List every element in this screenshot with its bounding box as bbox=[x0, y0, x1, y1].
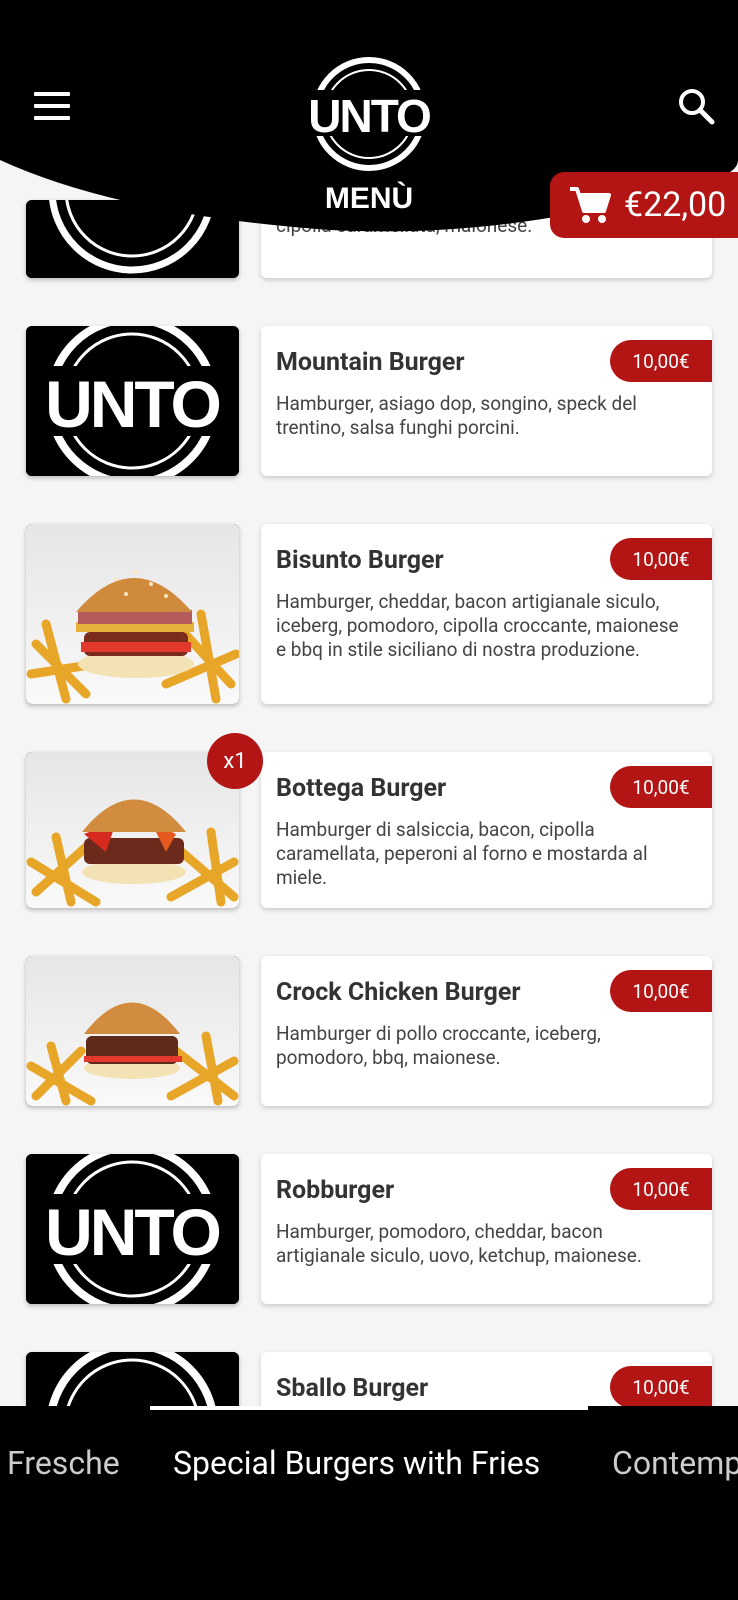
product-card[interactable]: Crock Chicken Burger 10,00€ Hamburger di… bbox=[261, 956, 712, 1106]
svg-text:UNTO: UNTO bbox=[45, 367, 219, 441]
app-header: UNTO MENÙ €22,00 bbox=[0, 0, 738, 240]
product-image[interactable]: UNTO bbox=[26, 1154, 239, 1304]
svg-text:UNTO: UNTO bbox=[45, 1195, 219, 1269]
product-card[interactable]: Bisunto Burger 10,00€ Hamburger, cheddar… bbox=[261, 524, 712, 704]
category-tab-bar: Fresche Special Burgers with Fries Conte… bbox=[0, 1406, 738, 1600]
price-badge: 10,00€ bbox=[610, 766, 712, 808]
product-name: Sballo Burger bbox=[276, 1374, 429, 1403]
product-card[interactable]: Robburger 10,00€ Hamburger, pomodoro, ch… bbox=[261, 1154, 712, 1304]
hamburger-menu-icon[interactable] bbox=[34, 92, 70, 120]
product-description: Hamburger di pollo croccante, iceberg, p… bbox=[276, 1022, 601, 1069]
product-card[interactable]: Sballo Burger 10,00€ bbox=[261, 1352, 712, 1406]
product-description: Hamburger, pomodoro, cheddar, bacon arti… bbox=[276, 1220, 642, 1267]
product-name: Bottega Burger bbox=[276, 774, 447, 803]
product-name: Mountain Burger bbox=[276, 348, 465, 377]
quantity-badge: x1 bbox=[207, 733, 263, 789]
product-name: Bisunto Burger bbox=[276, 546, 444, 575]
product-image[interactable] bbox=[26, 956, 239, 1106]
price-badge: 10,00€ bbox=[610, 340, 712, 382]
tab-contemp[interactable]: Contemp bbox=[612, 1444, 738, 1482]
burger-photo bbox=[26, 799, 239, 907]
burger-photo bbox=[26, 1002, 239, 1106]
price-badge: 10,00€ bbox=[610, 970, 712, 1012]
product-description: Hamburger, asiago dop, songino, speck de… bbox=[276, 392, 637, 439]
product-description: Hamburger, cheddar, bacon artigianale si… bbox=[276, 590, 679, 661]
product-card[interactable]: Bottega Burger 10,00€ Hamburger di salsi… bbox=[261, 752, 712, 908]
product-name: Robburger bbox=[276, 1176, 395, 1205]
product-image[interactable]: UNTO bbox=[26, 326, 239, 476]
unto-logo-image: UNTO bbox=[26, 326, 239, 476]
unto-logo-image: UNTO bbox=[26, 1154, 239, 1304]
product-image[interactable] bbox=[26, 1352, 239, 1406]
unto-logo: UNTO bbox=[302, 57, 436, 171]
svg-text:UNTO: UNTO bbox=[308, 90, 430, 142]
price-badge: 10,00€ bbox=[610, 1366, 712, 1406]
tab-special-burgers[interactable]: Special Burgers with Fries bbox=[173, 1444, 540, 1482]
product-description: Hamburger di salsiccia, bacon, cipolla c… bbox=[276, 818, 648, 889]
active-tab-indicator bbox=[150, 1406, 588, 1410]
product-image[interactable] bbox=[26, 524, 239, 704]
search-icon[interactable] bbox=[676, 86, 716, 126]
tab-fresche[interactable]: Fresche bbox=[7, 1444, 120, 1482]
burger-photo bbox=[26, 570, 239, 704]
cart-total: €22,00 bbox=[624, 185, 727, 225]
product-name: Crock Chicken Burger bbox=[276, 978, 521, 1007]
cart-button[interactable]: €22,00 bbox=[550, 172, 738, 238]
product-card[interactable]: Mountain Burger 10,00€ Hamburger, asiago… bbox=[261, 326, 712, 476]
product-image[interactable] bbox=[26, 752, 239, 908]
price-badge: 10,00€ bbox=[610, 1168, 712, 1210]
price-badge: 10,00€ bbox=[610, 538, 712, 580]
cart-icon bbox=[570, 187, 611, 223]
